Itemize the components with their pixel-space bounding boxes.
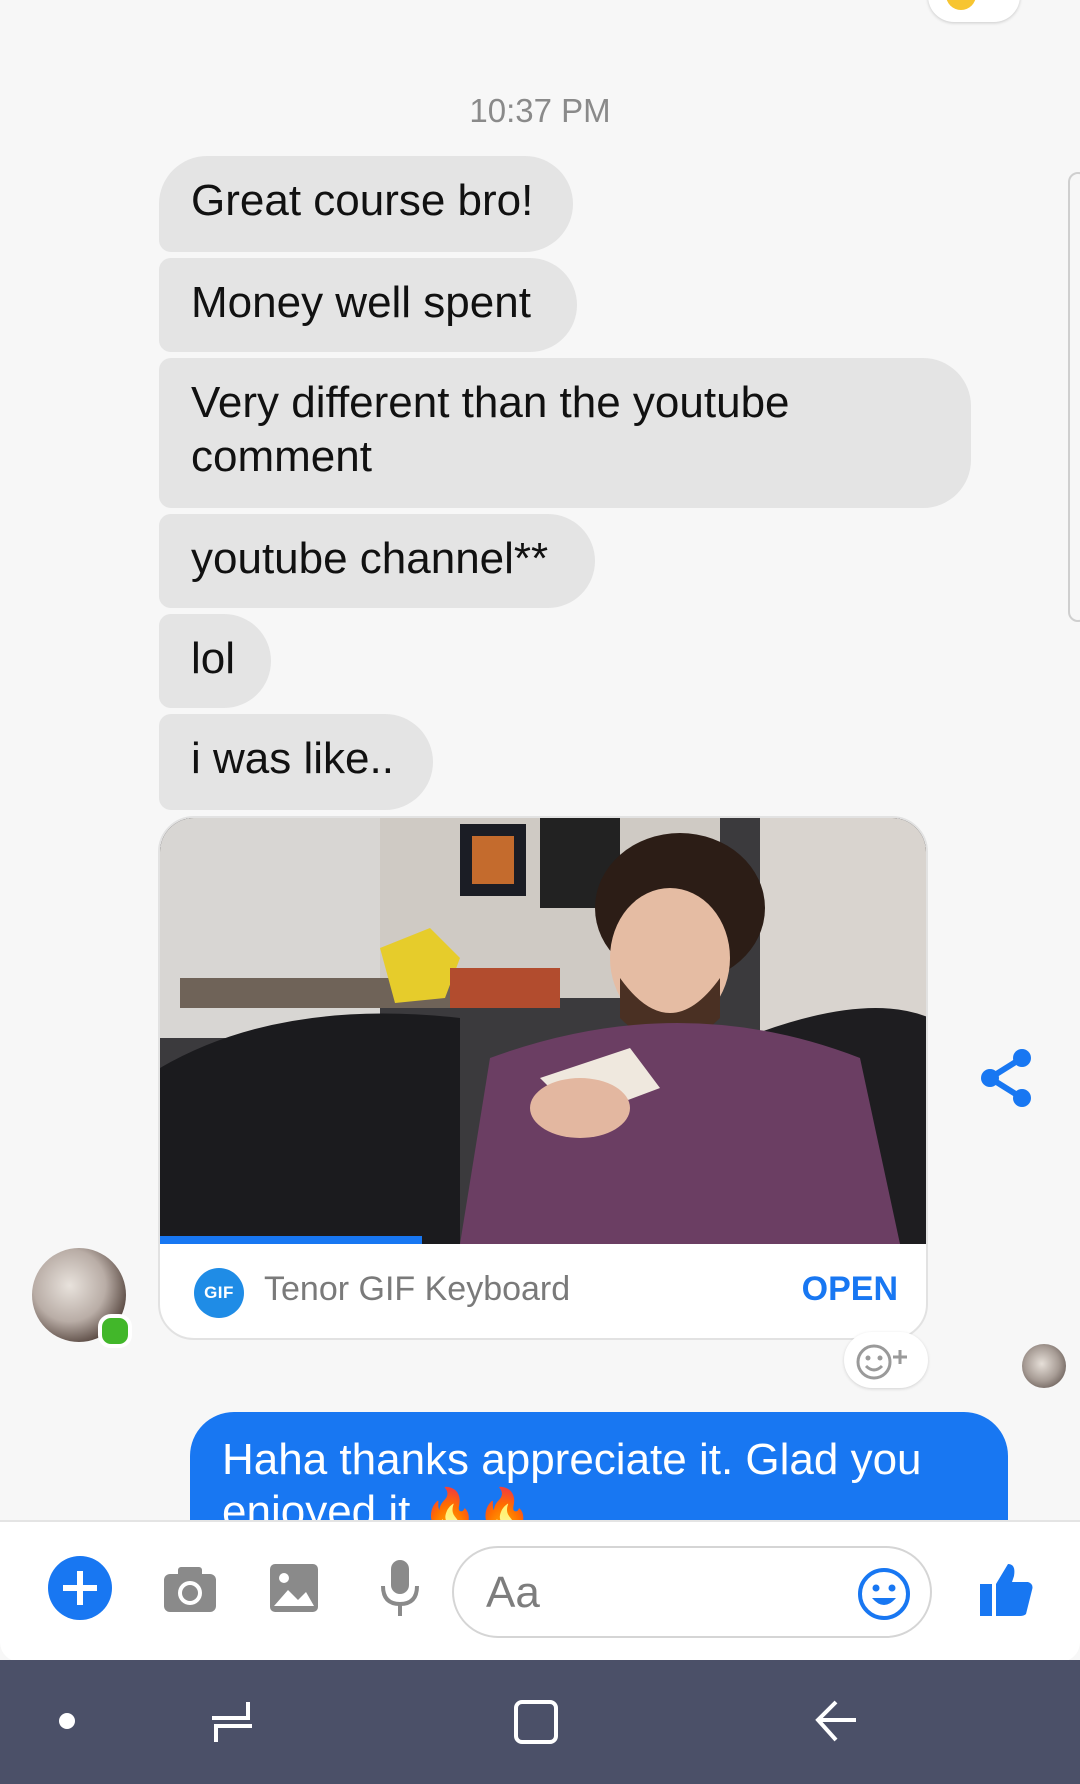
- incoming-message[interactable]: i was like..: [159, 714, 433, 810]
- thumbs-up-icon[interactable]: [978, 1560, 1034, 1618]
- seen-receipt-avatar: [1022, 1344, 1066, 1388]
- add-reaction-button[interactable]: [844, 1332, 928, 1388]
- message-text: Very different than the youtube comment: [191, 378, 790, 481]
- message-text: youtube channel**: [191, 534, 549, 583]
- message-text: i was like..: [191, 734, 394, 783]
- gif-preview[interactable]: [160, 818, 926, 1244]
- emoji-icon[interactable]: [856, 1566, 912, 1622]
- gif-footer: GIF Tenor GIF Keyboard OPEN: [160, 1244, 926, 1338]
- tenor-logo: GIF: [194, 1268, 244, 1318]
- message-text: Money well spent: [191, 278, 531, 327]
- incoming-message[interactable]: lol: [159, 614, 271, 708]
- camera-icon[interactable]: [162, 1564, 218, 1614]
- image-icon[interactable]: [268, 1562, 320, 1614]
- recent-apps-icon[interactable]: [208, 1696, 256, 1746]
- gif-progress-track: [160, 1236, 926, 1244]
- emoji-reaction-icon: [946, 0, 976, 10]
- incoming-message[interactable]: youtube channel**: [159, 514, 595, 608]
- incoming-message[interactable]: Money well spent: [159, 258, 577, 352]
- sender-avatar[interactable]: [32, 1248, 132, 1348]
- system-navigation-bar: [0, 1660, 1080, 1784]
- incoming-message[interactable]: Very different than the youtube comment: [159, 358, 971, 508]
- gif-source-label: Tenor GIF Keyboard: [264, 1270, 571, 1308]
- gif-illustration: [160, 818, 926, 1244]
- message-timestamp: 10:37 PM: [469, 92, 611, 129]
- home-icon[interactable]: [512, 1696, 560, 1746]
- message-text: Great course bro!: [191, 176, 534, 225]
- gif-progress-bar: [160, 1236, 422, 1244]
- message-input[interactable]: Aa: [452, 1546, 932, 1638]
- incoming-message[interactable]: Great course bro!: [159, 156, 573, 252]
- dot-icon[interactable]: [58, 1712, 76, 1730]
- back-icon[interactable]: [812, 1696, 860, 1746]
- share-icon[interactable]: [978, 1048, 1034, 1108]
- online-status-dot: [98, 1314, 132, 1348]
- message-composer: Aa: [0, 1520, 1080, 1662]
- message-text: lol: [191, 634, 236, 683]
- plus-icon[interactable]: [48, 1556, 112, 1620]
- add-reaction-icon: [856, 1344, 907, 1380]
- reaction-pill-partial[interactable]: [928, 0, 1020, 22]
- message-input-placeholder: Aa: [486, 1568, 540, 1617]
- gif-attachment[interactable]: GIF Tenor GIF Keyboard OPEN: [158, 816, 928, 1340]
- scroll-indicator[interactable]: [1068, 172, 1080, 622]
- open-button[interactable]: OPEN: [802, 1270, 898, 1309]
- microphone-icon[interactable]: [378, 1558, 422, 1622]
